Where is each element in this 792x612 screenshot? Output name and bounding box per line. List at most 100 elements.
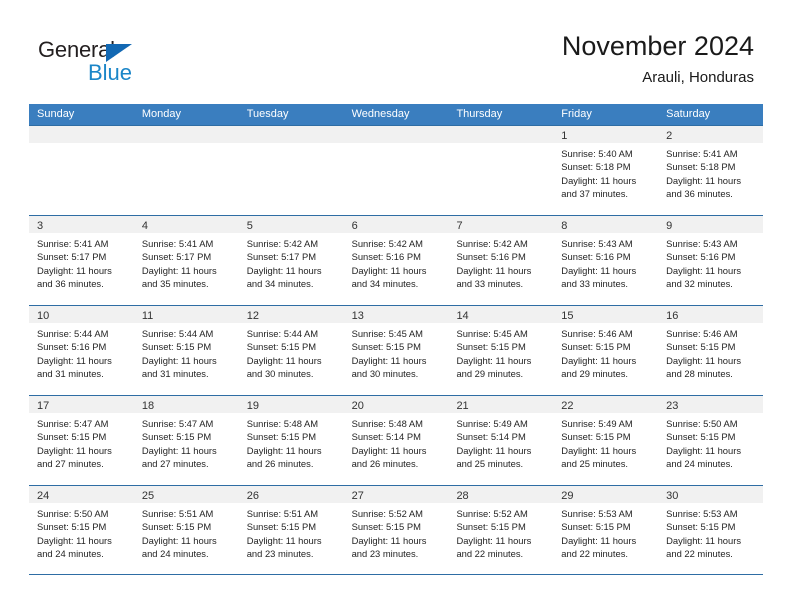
page-title: November 2024: [561, 31, 754, 61]
calendar-day-cell[interactable]: 30 Sunrise: 5:53 AM Sunset: 5:15 PM Dayligh…: [658, 486, 764, 574]
daylight-text: Daylight: 11 hours: [37, 444, 112, 456]
day-details: Sunrise: 5:49 AM Sunset: 5:14 PM Daylight:…: [448, 413, 553, 471]
daylight-text: Daylight: 11 hours: [351, 264, 427, 276]
sunrise-text: Sunrise: 5:53 AM: [561, 508, 633, 519]
sunset-text: Sunset: 5:15 PM: [456, 341, 526, 353]
daylight-text-cont: and 26 minutes.: [246, 458, 314, 470]
calendar-day-cell[interactable]: 21 Sunrise: 5:49 AM Sunset: 5:14 PM Dayligh…: [448, 396, 554, 485]
calendar-day-cell[interactable]: 20 Sunrise: 5:48 AM Sunset: 5:14 PM Dayligh…: [343, 396, 449, 485]
calendar-day-cell[interactable]: 28 Sunrise: 5:52 AM Sunset: 5:15 PM Dayligh…: [448, 486, 554, 574]
general-blue-logo[interactable]: General Blue: [38, 38, 238, 94]
daylight-text: Daylight: 11 hours: [456, 444, 532, 456]
day-details: Sunrise: 5:42 AM Sunset: 5:16 PM Daylight:…: [448, 233, 553, 291]
calendar-day-cell[interactable]: 10 Sunrise: 5:44 AM Sunset: 5:16 PM Dayligh…: [29, 306, 134, 395]
calendar-day-cell[interactable]: 13 Sunrise: 5:45 AM Sunset: 5:15 PM Dayligh…: [343, 306, 449, 395]
daylight-text-cont: and 25 minutes.: [456, 458, 524, 470]
daylight-text-cont: and 22 minutes.: [561, 548, 629, 560]
calendar-day-cell[interactable]: 27 Sunrise: 5:52 AM Sunset: 5:15 PM Dayligh…: [343, 486, 449, 574]
sunrise-text: Sunrise: 5:46 AM: [561, 328, 633, 339]
day-details: Sunrise: 5:50 AM Sunset: 5:15 PM Daylight:…: [658, 413, 763, 471]
sunset-text: Sunset: 5:16 PM: [351, 251, 421, 263]
sunrise-text: Sunrise: 5:48 AM: [246, 418, 319, 429]
weekday-header-wednesday: Wednesday: [351, 108, 410, 120]
calendar-week-row: 24 Sunrise: 5:50 AM Sunset: 5:15 PM Dayligh…: [29, 485, 764, 575]
sunset-text: Sunset: 5:14 PM: [351, 431, 421, 443]
sunset-text: Sunset: 5:14 PM: [456, 431, 526, 443]
day-number: 23: [666, 400, 679, 412]
day-details: Sunrise: 5:42 AM Sunset: 5:16 PM Daylight:…: [344, 233, 449, 291]
calendar-day-cell[interactable]: 14 Sunrise: 5:45 AM Sunset: 5:15 PM Dayligh…: [448, 306, 554, 395]
day-number: 28: [456, 490, 469, 502]
day-number-band: 24: [29, 486, 134, 503]
sunrise-text: Sunrise: 5:53 AM: [666, 508, 738, 519]
sunrise-text: Sunrise: 5:41 AM: [141, 238, 214, 249]
calendar-day-cell[interactable]: 19 Sunrise: 5:48 AM Sunset: 5:15 PM Dayligh…: [238, 396, 344, 485]
daylight-text-cont: and 26 minutes.: [351, 458, 419, 470]
day-number: 24: [37, 490, 50, 502]
calendar-day-cell[interactable]: 16 Sunrise: 5:46 AM Sunset: 5:15 PM Dayligh…: [658, 306, 764, 395]
calendar-day-cell[interactable]: 9 Sunrise: 5:43 AM Sunset: 5:16 PM Daylight…: [658, 216, 764, 305]
day-number: 7: [456, 220, 463, 232]
day-number-band: 22: [553, 396, 659, 413]
day-number-band: 9: [658, 216, 764, 233]
sunset-text: Sunset: 5:17 PM: [246, 251, 317, 263]
calendar-day-cell[interactable]: 25 Sunrise: 5:51 AM Sunset: 5:15 PM Dayligh…: [133, 486, 239, 574]
day-number: 17: [37, 400, 50, 412]
calendar-day-cell[interactable]: 3 Sunrise: 5:41 AM Sunset: 5:17 PM Daylight…: [29, 216, 134, 305]
day-details: Sunrise: 5:44 AM Sunset: 5:15 PM Daylight:…: [134, 323, 239, 381]
day-details: Sunrise: 5:48 AM Sunset: 5:14 PM Daylight:…: [344, 413, 449, 471]
calendar-day-cell[interactable]: 1 Sunrise: 5:40 AM Sunset: 5:18 PM Daylight…: [553, 126, 659, 215]
calendar-day-cell[interactable]: 4 Sunrise: 5:41 AM Sunset: 5:17 PM Daylight…: [133, 216, 239, 305]
daylight-text: Daylight: 11 hours: [666, 264, 742, 276]
day-number-band: 4: [133, 216, 239, 233]
sunset-text: Sunset: 5:15 PM: [351, 521, 421, 533]
calendar-day-cell[interactable]: 5 Sunrise: 5:42 AM Sunset: 5:17 PM Daylight…: [238, 216, 344, 305]
day-number-band: 7: [448, 216, 554, 233]
calendar-week-row: 3 Sunrise: 5:41 AM Sunset: 5:17 PM Daylight…: [29, 215, 764, 305]
calendar-day-cell[interactable]: 17 Sunrise: 5:47 AM Sunset: 5:15 PM Dayligh…: [29, 396, 134, 485]
sunrise-text: Sunrise: 5:52 AM: [351, 508, 423, 519]
sunrise-text: Sunrise: 5:44 AM: [37, 328, 109, 339]
calendar-day-cell[interactable]: 29 Sunrise: 5:53 AM Sunset: 5:15 PM Dayligh…: [553, 486, 659, 574]
day-number: 1: [561, 130, 568, 142]
calendar-day-cell[interactable]: 6 Sunrise: 5:42 AM Sunset: 5:16 PM Daylight…: [343, 216, 449, 305]
day-details: Sunrise: 5:45 AM Sunset: 5:15 PM Daylight:…: [448, 323, 553, 381]
calendar-day-cell[interactable]: 11 Sunrise: 5:44 AM Sunset: 5:15 PM Dayligh…: [133, 306, 239, 395]
calendar-day-cell[interactable]: 26 Sunrise: 5:51 AM Sunset: 5:15 PM Dayligh…: [238, 486, 344, 574]
day-number-band: 21: [448, 396, 554, 413]
calendar-day-cell[interactable]: 22 Sunrise: 5:49 AM Sunset: 5:15 PM Dayligh…: [553, 396, 659, 485]
day-details: Sunrise: 5:48 AM Sunset: 5:15 PM Daylight:…: [239, 413, 344, 471]
sunset-text: Sunset: 5:15 PM: [561, 341, 631, 353]
day-number-band: [238, 126, 344, 143]
day-details: Sunrise: 5:47 AM Sunset: 5:15 PM Daylight:…: [134, 413, 239, 471]
sunset-text: Sunset: 5:17 PM: [141, 251, 212, 263]
sunset-text: Sunset: 5:16 PM: [37, 341, 107, 353]
sunrise-text: Sunrise: 5:50 AM: [37, 508, 109, 519]
page-subtitle: Arauli, Honduras: [642, 69, 754, 86]
day-number: 5: [246, 220, 253, 232]
calendar-day-cell[interactable]: 15 Sunrise: 5:46 AM Sunset: 5:15 PM Dayligh…: [553, 306, 659, 395]
calendar-week-row: 1 Sunrise: 5:40 AM Sunset: 5:18 PM Daylight…: [29, 125, 764, 215]
daylight-text-cont: and 32 minutes.: [666, 278, 733, 290]
day-number-band: 12: [238, 306, 344, 323]
weekday-header-tuesday: Tuesday: [246, 108, 289, 120]
calendar-day-cell[interactable]: 23 Sunrise: 5:50 AM Sunset: 5:15 PM Dayligh…: [658, 396, 764, 485]
sunset-text: Sunset: 5:15 PM: [246, 431, 317, 443]
sunset-text: Sunset: 5:15 PM: [666, 521, 736, 533]
day-number-band: 15: [553, 306, 659, 323]
daylight-text: Daylight: 11 hours: [456, 264, 532, 276]
daylight-text: Daylight: 11 hours: [351, 354, 427, 366]
sunset-text: Sunset: 5:17 PM: [37, 251, 107, 263]
weekday-header-monday: Monday: [141, 108, 181, 120]
calendar-day-cell[interactable]: 7 Sunrise: 5:42 AM Sunset: 5:16 PM Daylight…: [448, 216, 554, 305]
calendar-day-cell[interactable]: 2 Sunrise: 5:41 AM Sunset: 5:18 PM Daylight…: [658, 126, 764, 215]
calendar-day-cell[interactable]: 18 Sunrise: 5:47 AM Sunset: 5:15 PM Dayligh…: [133, 396, 239, 485]
calendar-day-cell[interactable]: 24 Sunrise: 5:50 AM Sunset: 5:15 PM Dayligh…: [29, 486, 134, 574]
sunrise-text: Sunrise: 5:45 AM: [456, 328, 528, 339]
calendar-day-cell[interactable]: 8 Sunrise: 5:43 AM Sunset: 5:16 PM Daylight…: [553, 216, 659, 305]
calendar-week-row: 17 Sunrise: 5:47 AM Sunset: 5:15 PM Dayligh…: [29, 395, 764, 485]
day-number-band: 3: [29, 216, 134, 233]
day-number-band: [29, 126, 134, 143]
calendar-day-cell[interactable]: 12 Sunrise: 5:44 AM Sunset: 5:15 PM Dayligh…: [238, 306, 344, 395]
daylight-text: Daylight: 11 hours: [37, 534, 112, 546]
